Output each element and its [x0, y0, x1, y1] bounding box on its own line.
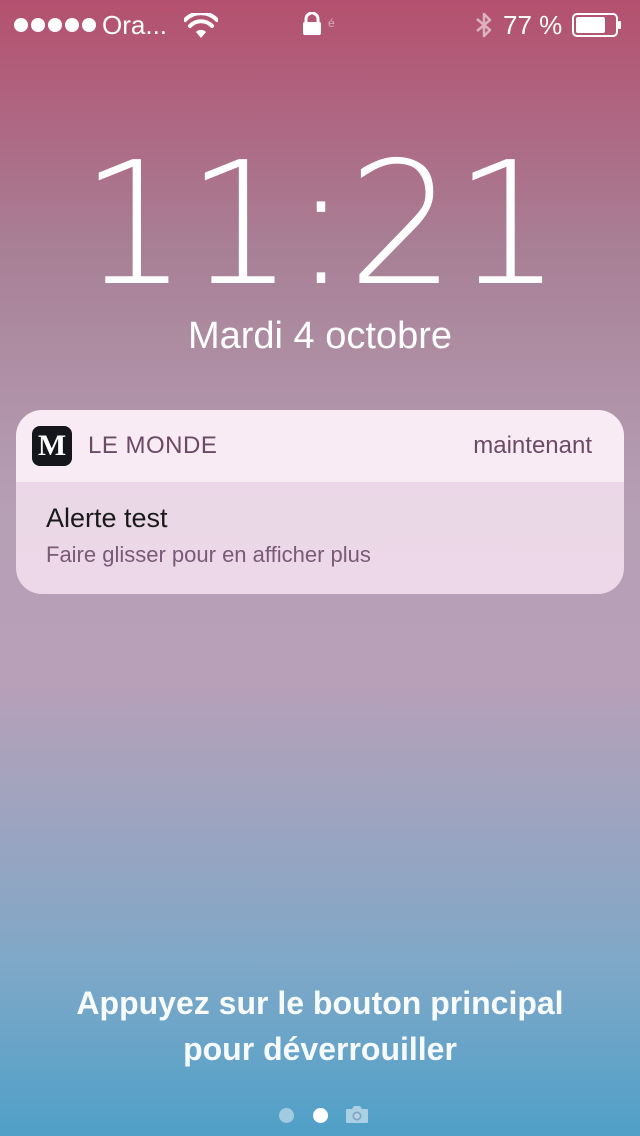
unlock-hint: Appuyez sur le bouton principal pour dév… [0, 980, 640, 1072]
unlock-hint-line-2: pour déverrouiller [183, 1031, 457, 1067]
notification-time: maintenant [473, 432, 592, 459]
bluetooth-icon [476, 12, 492, 38]
wifi-icon [184, 13, 218, 38]
le-monde-app-icon: M [32, 426, 72, 466]
carrier-name: Ora... [102, 10, 168, 40]
unlock-hint-line-1: Appuyez sur le bouton principal [76, 985, 564, 1021]
page-dot-current[interactable] [313, 1108, 328, 1123]
lock-mark: é [328, 16, 335, 30]
signal-strength-icon [14, 17, 96, 33]
battery-icon [572, 13, 621, 37]
status-bar: Ora... é 77 % [0, 0, 640, 50]
lock-screen-date: Mardi 4 octobre [187, 315, 452, 357]
page-dot[interactable] [279, 1108, 294, 1123]
lock-icon [303, 12, 321, 35]
lock-screen-time: 11:21 [80, 126, 562, 324]
signal-dot [14, 18, 28, 32]
notification-app-name: LE MONDE [88, 432, 218, 459]
battery-percentage: 77 % [503, 10, 563, 40]
signal-dot [65, 18, 79, 32]
notification-header: M LE MONDE maintenant [16, 410, 624, 482]
signal-dot [48, 18, 62, 32]
notification-title: Alerte test [46, 503, 168, 533]
notification-body: Faire glisser pour en afficher plus [46, 542, 371, 567]
notification-card[interactable]: M LE MONDE maintenant Alerte test Faire … [16, 410, 624, 594]
camera-icon[interactable] [345, 1104, 369, 1124]
page-indicator[interactable] [0, 1104, 640, 1128]
signal-dot [31, 18, 45, 32]
signal-dot [82, 18, 96, 32]
